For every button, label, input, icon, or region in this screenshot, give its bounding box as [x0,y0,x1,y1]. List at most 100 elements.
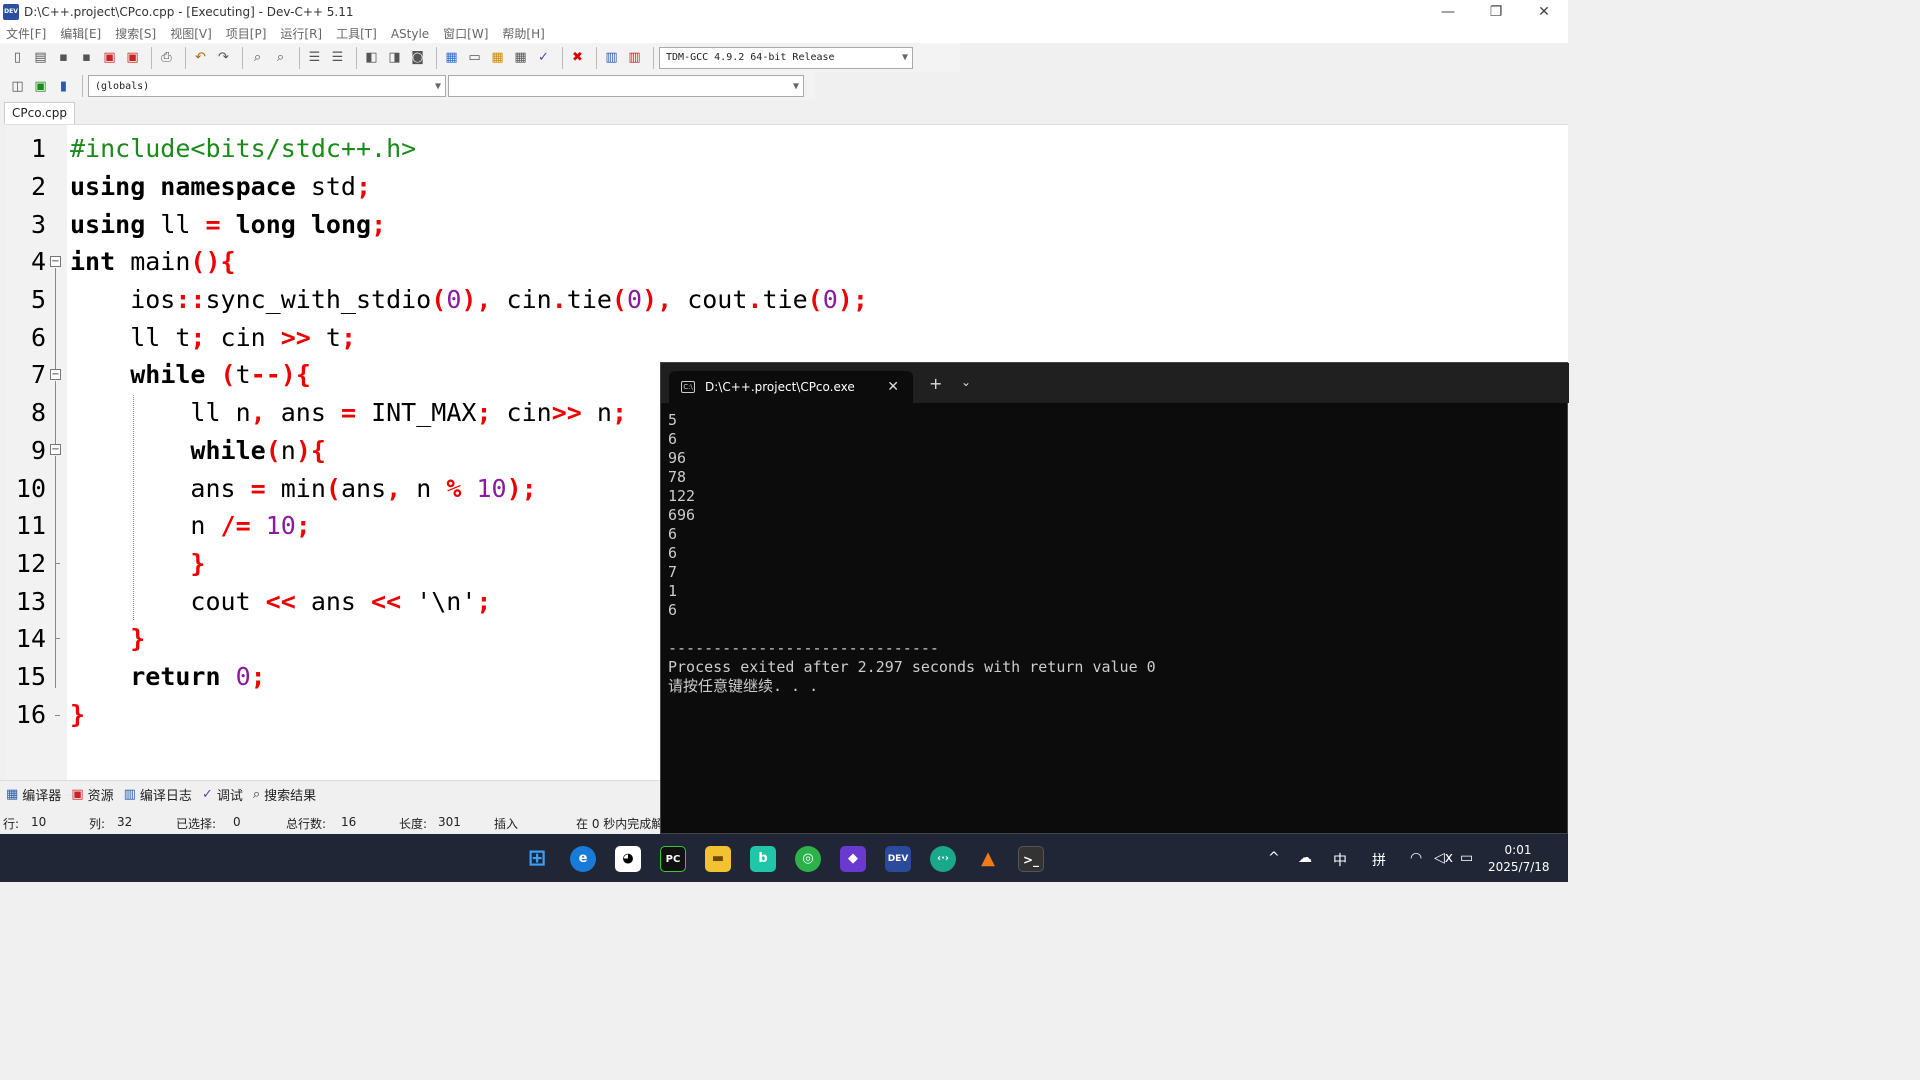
bookmark-icon[interactable]: ◙ [408,48,427,67]
battery-icon[interactable]: ▭ [1460,850,1473,866]
fold-toggle-icon[interactable]: − [50,256,61,267]
line-number: 5 [30,285,46,314]
fold-line [55,268,56,369]
output-line: 96 [668,449,687,467]
close-icon[interactable]: ✕ [1520,0,1568,24]
menu-project[interactable]: 项目[P] [226,25,267,42]
toolbar-separator [151,46,152,69]
terminal-icon: C:\ [681,381,695,393]
line-number: 9 [30,436,46,465]
terminal-tab[interactable]: C:\ D:\C++.project\CPco.exe ✕ [669,371,913,403]
toolbar-separator [185,46,186,69]
line-number: 2 [30,172,46,201]
code-line-4: int main(){ [70,247,236,276]
insert-icon[interactable]: ▣ [31,77,50,96]
undo-icon[interactable]: ↶ [191,48,210,67]
code-line-14: } [130,624,146,653]
tab-cpco-cpp[interactable]: CPco.cpp [4,102,75,124]
tab-compiler[interactable]: ▦ 编译器 [6,785,61,804]
edge-browser-icon[interactable]: e [570,846,596,872]
function-select[interactable]: ▼ [448,75,804,97]
close-all-icon[interactable]: ▣ [123,48,142,67]
code-line-5: ios::sync_with_stdio(0), cin.tie(0), cou… [70,285,868,314]
open-icon[interactable]: ▤ [31,48,50,67]
menu-astyle[interactable]: AStyle [391,27,429,41]
wifi-icon[interactable]: ◠ [1410,850,1422,866]
menu-tools[interactable]: 工具[T] [336,25,377,42]
system-clock[interactable]: 0:01 2025/7/18 [1488,842,1550,876]
arduino-icon[interactable]: ‹·› [930,846,956,872]
menu-edit[interactable]: 编辑[E] [60,25,101,42]
compiler-select[interactable]: TDM-GCC 4.9.2 64-bit Release ▼ [659,46,913,69]
volume-muted-icon[interactable]: ◁x [1434,850,1453,866]
menu-help[interactable]: 帮助[H] [502,25,544,42]
syntax-check-icon[interactable]: ✓ [534,48,553,67]
window-title: D:\C++.project\CPco.cpp - [Executing] - … [24,5,354,19]
matlab-icon[interactable]: ▲ [975,846,1001,872]
menu-file[interactable]: 文件[F] [6,25,46,42]
menu-window[interactable]: 窗口[W] [443,25,488,42]
line-number: 12 [15,549,46,578]
ime-language-indicator[interactable]: 中 [1333,850,1347,870]
new-tab-icon[interactable]: + [929,374,942,393]
terminal-taskbar-icon[interactable]: >_ [1018,846,1044,872]
devcpp-taskbar-icon[interactable]: DEV [885,846,911,872]
onedrive-icon[interactable]: ☁ [1298,850,1312,866]
show-hidden-icons-icon[interactable]: ^ [1268,850,1280,866]
qq-icon[interactable]: ◕ [615,846,641,872]
compile-icon[interactable]: ▦ [442,48,461,67]
minimize-icon[interactable]: — [1424,0,1472,24]
compile-run-icon[interactable]: ▦ [488,48,507,67]
tab-search-results[interactable]: ⌕ 搜索结果 [253,785,316,804]
toggle-bookmark-icon[interactable]: ▮ [54,77,73,96]
status-length: 301 [438,815,461,829]
fold-toggle-icon[interactable]: − [50,444,61,455]
delete-profile-icon[interactable]: ▥ [625,48,644,67]
tab-debug[interactable]: ✓ 调试 [202,785,243,804]
find-icon[interactable]: ⌕ [248,48,267,67]
save-icon[interactable]: ▪ [54,48,73,67]
close-tab-icon[interactable]: ✕ [887,379,899,395]
chevron-down-icon[interactable]: ⌄ [961,375,971,389]
windows-start-icon[interactable]: ⊞ [524,846,550,872]
file-explorer-icon[interactable]: ▬ [705,846,731,872]
line-number: 13 [15,587,46,616]
status-col-label: 列: [89,817,106,831]
code-line-9: while(n){ [190,436,326,465]
chevron-down-icon: ▼ [901,52,908,63]
terminal-window[interactable]: C:\ D:\C++.project\CPco.exe ✕ + ⌄ 5 6 96 78… [660,362,1569,834]
visual-studio-icon[interactable]: ◆ [840,846,866,872]
status-insert-mode: 插入 [494,817,519,831]
tab-resources[interactable]: ▣ 资源 [71,785,113,804]
profile-icon[interactable]: ▥ [602,48,621,67]
fold-toggle-icon[interactable]: − [50,369,61,380]
status-message: 在 0 秒内完成解析 [576,817,660,831]
bilibili-icon[interactable]: b [750,846,776,872]
wechat-icon[interactable]: ◎ [795,846,821,872]
menu-view[interactable]: 视图[V] [170,25,212,42]
tab-compiler-label: 编译器 [22,789,62,804]
goto-back-icon[interactable]: ◧ [362,48,381,67]
rebuild-icon[interactable]: ▦ [511,48,530,67]
menu-search[interactable]: 搜索[S] [115,25,156,42]
clock-time: 0:01 [1504,843,1532,857]
unindent-icon[interactable]: ☰ [328,48,347,67]
pycharm-icon[interactable]: PC [660,846,686,872]
menu-run[interactable]: 运行[R] [280,25,322,42]
tab-compile-log[interactable]: ▥ 编译日志 [124,785,192,804]
line-number: 15 [15,662,46,691]
scope-select[interactable]: (globals) ▼ [88,75,446,97]
new-class-icon[interactable]: ◫ [8,77,27,96]
redo-icon[interactable]: ↷ [214,48,233,67]
replace-icon[interactable]: ⌕ [271,48,290,67]
print-icon[interactable]: ⎙ [157,48,176,67]
run-icon[interactable]: ▭ [465,48,484,67]
new-file-icon[interactable]: ▯ [8,48,27,67]
stop-execution-icon[interactable]: ✖ [568,48,587,67]
goto-forward-icon[interactable]: ◨ [385,48,404,67]
ime-mode-indicator[interactable]: 拼 [1372,850,1386,870]
close-file-icon[interactable]: ▣ [100,48,119,67]
restore-icon[interactable]: ❐ [1472,0,1520,24]
indent-icon[interactable]: ☰ [305,48,324,67]
save-all-icon[interactable]: ▪ [77,48,96,67]
